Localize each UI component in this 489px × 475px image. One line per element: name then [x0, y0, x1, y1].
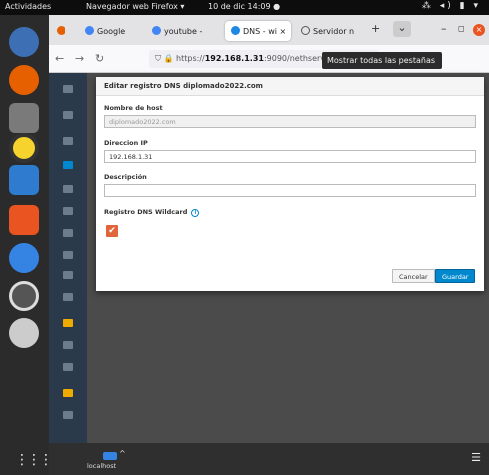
app-icon[interactable]: [63, 319, 73, 327]
cancel-button[interactable]: Cancelar: [392, 269, 435, 283]
app-menu[interactable]: Navegador web Firefox ▾: [86, 2, 184, 11]
ip-label: Direccion IP: [104, 139, 148, 147]
new-tab-button[interactable]: +: [371, 22, 380, 35]
nethserver-icon: [231, 26, 240, 35]
help-icon[interactable]: [9, 243, 39, 273]
app-icon[interactable]: [63, 111, 73, 119]
disc-icon[interactable]: [9, 281, 39, 311]
clock[interactable]: 10 de dic 14:09 ●: [208, 2, 280, 11]
cockpit-sidebar: [49, 73, 87, 443]
back-icon[interactable]: ←: [55, 52, 64, 65]
firefox-menu-icon[interactable]: [51, 21, 65, 41]
close-icon[interactable]: ×: [473, 24, 485, 36]
app-icon[interactable]: [63, 293, 73, 301]
dock: [0, 15, 49, 475]
info-icon[interactable]: i: [191, 209, 200, 217]
app-icon[interactable]: [63, 411, 73, 419]
disc-icon[interactable]: [9, 318, 39, 348]
app-icon[interactable]: [63, 207, 73, 215]
menu-icon[interactable]: ☰: [471, 451, 481, 464]
app-icon[interactable]: [63, 251, 73, 259]
save-button[interactable]: Guardar: [435, 269, 476, 283]
app-icon[interactable]: [63, 363, 73, 371]
top-bar: Actividades Navegador web Firefox ▾ 10 d…: [0, 0, 489, 15]
description-label: Descripción: [104, 173, 147, 181]
app-icon[interactable]: [63, 137, 73, 145]
google-icon: [152, 26, 161, 35]
tab-servidor[interactable]: Servidor n: [295, 21, 365, 41]
thunderbird-icon[interactable]: [9, 27, 39, 57]
forward-icon[interactable]: →: [75, 52, 84, 65]
app-icon[interactable]: [63, 85, 73, 93]
tab-google[interactable]: Google: [79, 21, 141, 41]
google-icon: [85, 26, 94, 35]
app-icon[interactable]: [63, 389, 73, 397]
shield-icon: ⛉ 🔒: [155, 54, 177, 63]
files-icon[interactable]: [9, 103, 39, 133]
taskbar: ^ localhost ☰: [49, 443, 489, 475]
hostname-field[interactable]: diplomado2022.com: [104, 115, 476, 128]
app-icon[interactable]: [63, 229, 73, 237]
dialog-title: Editar registro DNS diplomado2022.com: [96, 77, 484, 96]
software-icon[interactable]: [9, 205, 39, 235]
edit-dns-dialog: Editar registro DNS diplomado2022.com No…: [96, 77, 484, 291]
description-field[interactable]: [104, 184, 476, 197]
window-thumbnail-icon[interactable]: [103, 452, 117, 460]
wildcard-label: Registro DNS Wildcard i: [104, 208, 200, 217]
show-apps-icon[interactable]: ⋮⋮⋮: [15, 451, 53, 469]
tab-dns[interactable]: DNS - wi ×: [225, 21, 291, 41]
writer-icon[interactable]: [9, 165, 39, 195]
tooltip: Mostrar todas las pestañas: [322, 52, 442, 69]
tab-strip: Google youtube - DNS - wi × Servidor n +…: [49, 15, 489, 45]
app-icon[interactable]: [63, 161, 73, 169]
hostname-label: Nombre de host: [104, 104, 163, 112]
system-menu[interactable]: ⁂ ◂) ▮ ▾: [422, 1, 481, 11]
app-icon[interactable]: [63, 341, 73, 349]
firefox-icon[interactable]: [9, 65, 39, 95]
chevron-up-icon[interactable]: ^: [119, 449, 126, 458]
ip-field[interactable]: 192.168.1.31: [104, 150, 476, 163]
reload-icon[interactable]: ↻: [95, 52, 104, 65]
wildcard-checkbox[interactable]: ✔: [106, 225, 118, 237]
maximize-icon[interactable]: ◻: [458, 24, 465, 33]
tab-list-button[interactable]: ⌄: [393, 21, 411, 37]
activities-button[interactable]: Actividades: [5, 2, 51, 11]
info-icon: [301, 26, 310, 35]
app-icon[interactable]: [63, 185, 73, 193]
minimize-icon[interactable]: –: [441, 22, 447, 35]
rhythmbox-icon[interactable]: [9, 133, 39, 163]
app-icon[interactable]: [63, 271, 73, 279]
tab-youtube[interactable]: youtube -: [146, 21, 222, 41]
window-label[interactable]: localhost: [87, 462, 116, 470]
